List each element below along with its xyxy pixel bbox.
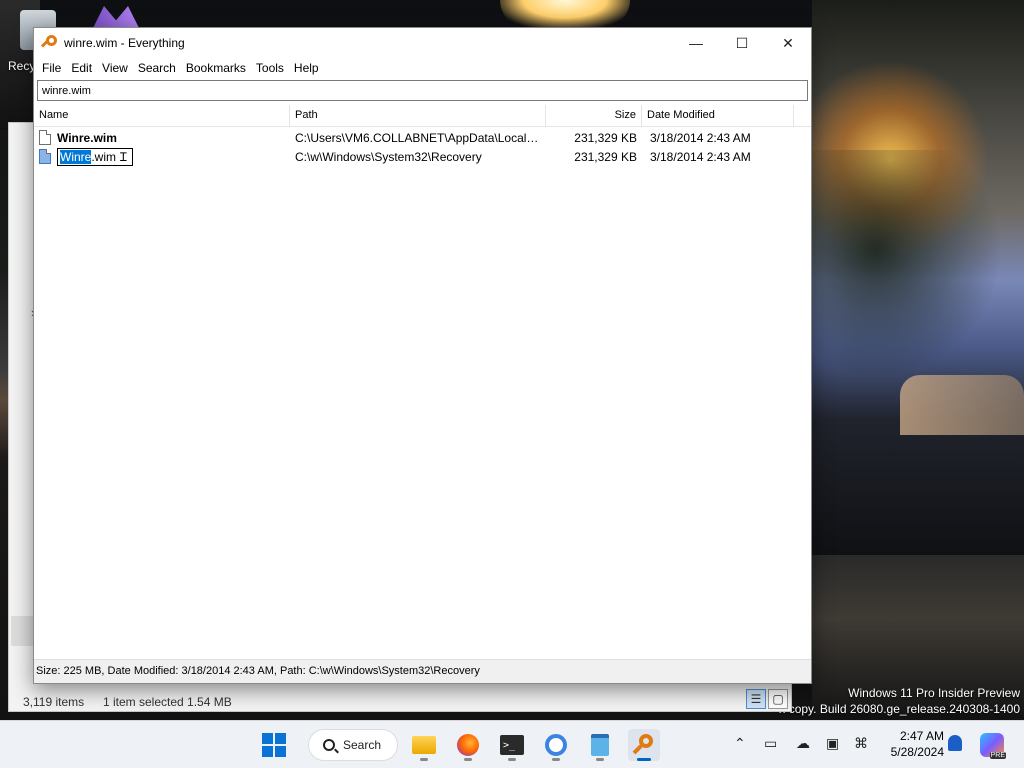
windows-logo-icon [262,733,286,757]
column-headers: Name Path Size Date Modified [34,105,811,127]
result-size: 231,329 KB [574,130,637,145]
title-bar[interactable]: winre.wim - Everything — ☐ ✕ [34,28,811,58]
watermark-line1: Windows 11 Pro Insider Preview [848,686,1020,700]
taskbar: Search >_ ⌃ ▭ ☁ ▣ ⌘ 2:47 AM 5/28/2024 PR… [0,720,1024,768]
taskbar-chrome[interactable] [540,729,572,761]
notification-bell-icon[interactable] [948,735,962,751]
text-cursor-icon: Ɪ [120,150,127,164]
menu-file[interactable]: File [37,61,66,75]
network-icon[interactable]: ⌘ [854,735,868,752]
search-icon [323,739,335,751]
explorer-selection-info: 1 item selected 1.54 MB [103,695,232,709]
copilot-badge: PRE [989,752,1006,759]
search-input[interactable]: winre.wim [37,80,808,101]
notepad-icon [591,734,609,756]
taskbar-terminal[interactable]: >_ [496,729,528,761]
firefox-icon [457,734,479,756]
tiles-view-icon[interactable]: ▢ [768,689,788,709]
result-row[interactable]: Winre.wim C:\Users\VM6.COLLABNET\AppData… [34,128,811,147]
maximize-button[interactable]: ☐ [719,28,765,58]
cloud-offline-icon[interactable]: ☁ [796,735,810,752]
menu-bar: File Edit View Search Bookmarks Tools He… [34,58,811,78]
menu-view[interactable]: View [97,61,133,75]
everything-app-icon [40,35,58,51]
copilot-icon[interactable]: PRE [980,733,1006,759]
menu-edit[interactable]: Edit [66,61,97,75]
file-icon [39,130,51,145]
taskbar-everything[interactable] [628,729,660,761]
terminal-tray-icon[interactable]: ▭ [764,735,777,752]
menu-help[interactable]: Help [289,61,324,75]
taskbar-notepad[interactable] [584,729,616,761]
chevron-up-icon[interactable]: ⌃ [734,735,746,752]
result-name-cell: Winre.wim [34,130,290,145]
details-view-icon[interactable]: ☰ [746,689,766,709]
menu-tools[interactable]: Tools [251,61,289,75]
terminal-icon: >_ [500,735,524,755]
column-path-header[interactable]: Path [290,105,546,126]
column-size-header[interactable]: Size [546,105,642,126]
menu-search[interactable]: Search [133,61,181,75]
column-date-header[interactable]: Date Modified [642,105,794,126]
rename-selected-text: Winre [60,149,92,164]
result-row-renaming[interactable]: Winre .wim Ɪ C:\w\Windows\System32\Recov… [34,147,811,166]
result-date: 3/18/2014 2:43 AM [650,149,751,164]
building [900,375,1024,435]
result-name: Winre.wim [57,130,117,145]
clock[interactable]: 2:47 AM 5/28/2024 [884,728,944,760]
start-button[interactable] [258,729,290,761]
result-date: 3/18/2014 2:43 AM [650,130,751,145]
tree-leaves [812,150,1024,400]
rename-extension-text: .wim [91,149,117,164]
menu-bookmarks[interactable]: Bookmarks [181,61,251,75]
device-icon[interactable]: ▣ [826,735,839,752]
everything-icon [632,734,655,756]
results-list: Winre.wim C:\Users\VM6.COLLABNET\AppData… [34,128,811,166]
taskbar-search[interactable]: Search [308,729,398,761]
result-size: 231,329 KB [574,149,637,164]
file-icon [39,149,51,164]
chrome-icon [545,734,567,756]
everything-window: winre.wim - Everything — ☐ ✕ File Edit V… [33,27,812,684]
folder-icon [412,736,436,754]
taskbar-file-explorer[interactable] [408,729,440,761]
explorer-item-count: 3,119 items [23,695,85,709]
taskbar-search-label: Search [343,738,382,752]
result-path: C:\Users\VM6.COLLABNET\AppData\Local\T..… [295,130,546,145]
recycle-bin-label: Recy [8,59,36,73]
close-button[interactable]: ✕ [765,28,811,58]
window-title: winre.wim - Everything [64,36,185,50]
column-name-header[interactable]: Name [34,105,290,126]
result-path: C:\w\Windows\System32\Recovery [295,149,482,164]
view-toggle: ☰ ▢ [746,689,788,709]
lamp-light [500,0,630,28]
caption-buttons: — ☐ ✕ [673,28,811,58]
minimize-button[interactable]: — [673,28,719,58]
taskbar-firefox[interactable] [452,729,484,761]
watermark-line2: n copy. Build 26080.ge_release.240308-14… [778,702,1020,716]
clock-date: 5/28/2024 [890,745,944,759]
status-bar: Size: 225 MB, Date Modified: 3/18/2014 2… [34,659,811,683]
clock-time: 2:47 AM [899,729,944,743]
result-name-cell: Winre .wim Ɪ [34,147,290,166]
